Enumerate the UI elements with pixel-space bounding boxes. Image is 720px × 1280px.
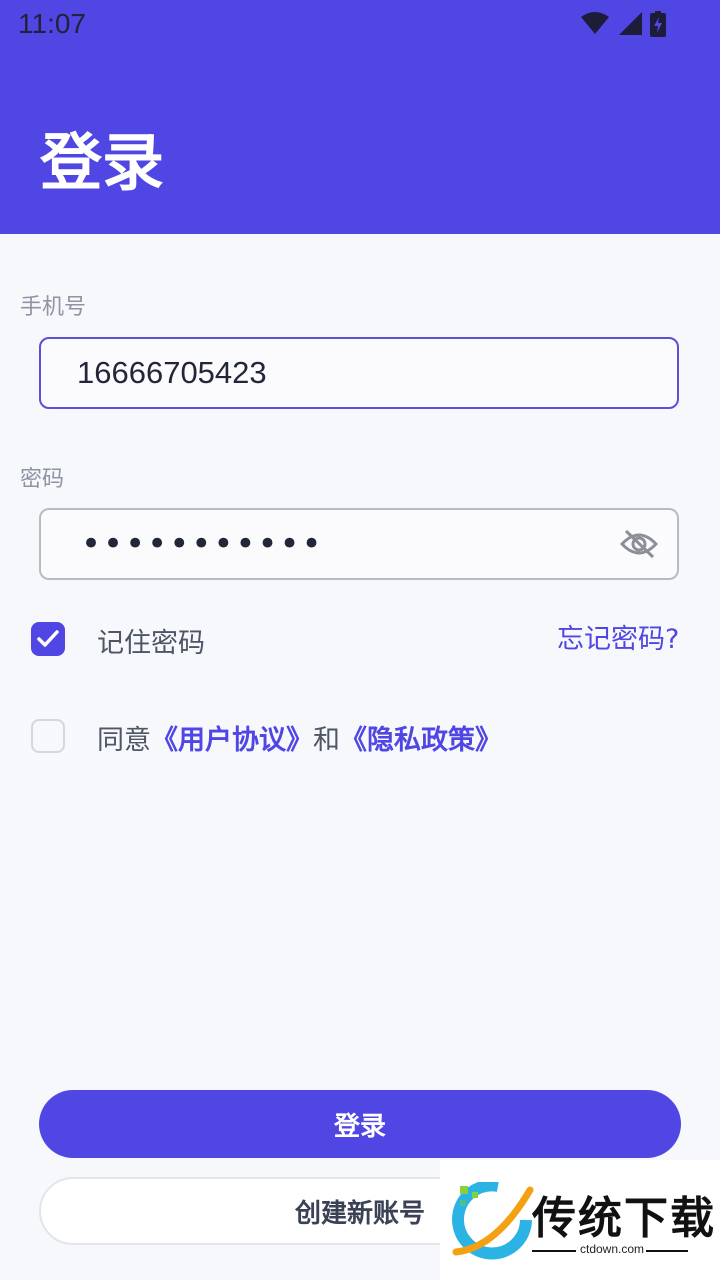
agreement-text: 同意《用户协议》和《隐私政策》 <box>97 718 502 757</box>
agreement-checkbox[interactable] <box>31 719 65 753</box>
cell-signal-icon <box>619 12 642 35</box>
password-value: ••••••••••• <box>81 524 324 564</box>
agreement-and: 和 <box>313 725 340 756</box>
remember-checkbox[interactable] <box>31 622 65 656</box>
status-icons <box>580 11 666 37</box>
watermark-logo <box>452 1182 534 1260</box>
login-button[interactable]: 登录 <box>39 1090 681 1158</box>
status-time: 11:07 <box>18 8 86 39</box>
forgot-password-link[interactable]: 忘记密码? <box>557 617 679 656</box>
watermark: 传统下载 ctdown.com <box>440 1160 720 1280</box>
phone-value: 16666705423 <box>77 355 267 390</box>
watermark-line-left <box>532 1250 576 1252</box>
watermark-line-right <box>646 1250 688 1252</box>
agreement-prefix: 同意 <box>97 725 151 756</box>
wifi-icon <box>581 12 609 34</box>
watermark-site: ctdown.com <box>580 1242 645 1256</box>
password-input[interactable]: ••••••••••• <box>39 508 679 580</box>
header-bar: 11:07 登录 <box>0 0 720 234</box>
privacy-policy-link[interactable]: 《隐私政策》 <box>340 725 502 756</box>
page-title: 登录 <box>40 126 165 199</box>
password-label: 密码 <box>20 467 65 492</box>
checkmark-icon <box>37 630 59 647</box>
eye-off-icon[interactable] <box>619 528 659 560</box>
watermark-brand: 传统下载 <box>532 1193 716 1244</box>
battery-charging-icon <box>650 11 666 37</box>
phone-input[interactable]: 16666705423 <box>39 337 679 409</box>
user-agreement-link[interactable]: 《用户协议》 <box>151 725 313 756</box>
phone-label: 手机号 <box>20 295 87 320</box>
remember-label[interactable]: 记住密码 <box>97 621 205 660</box>
